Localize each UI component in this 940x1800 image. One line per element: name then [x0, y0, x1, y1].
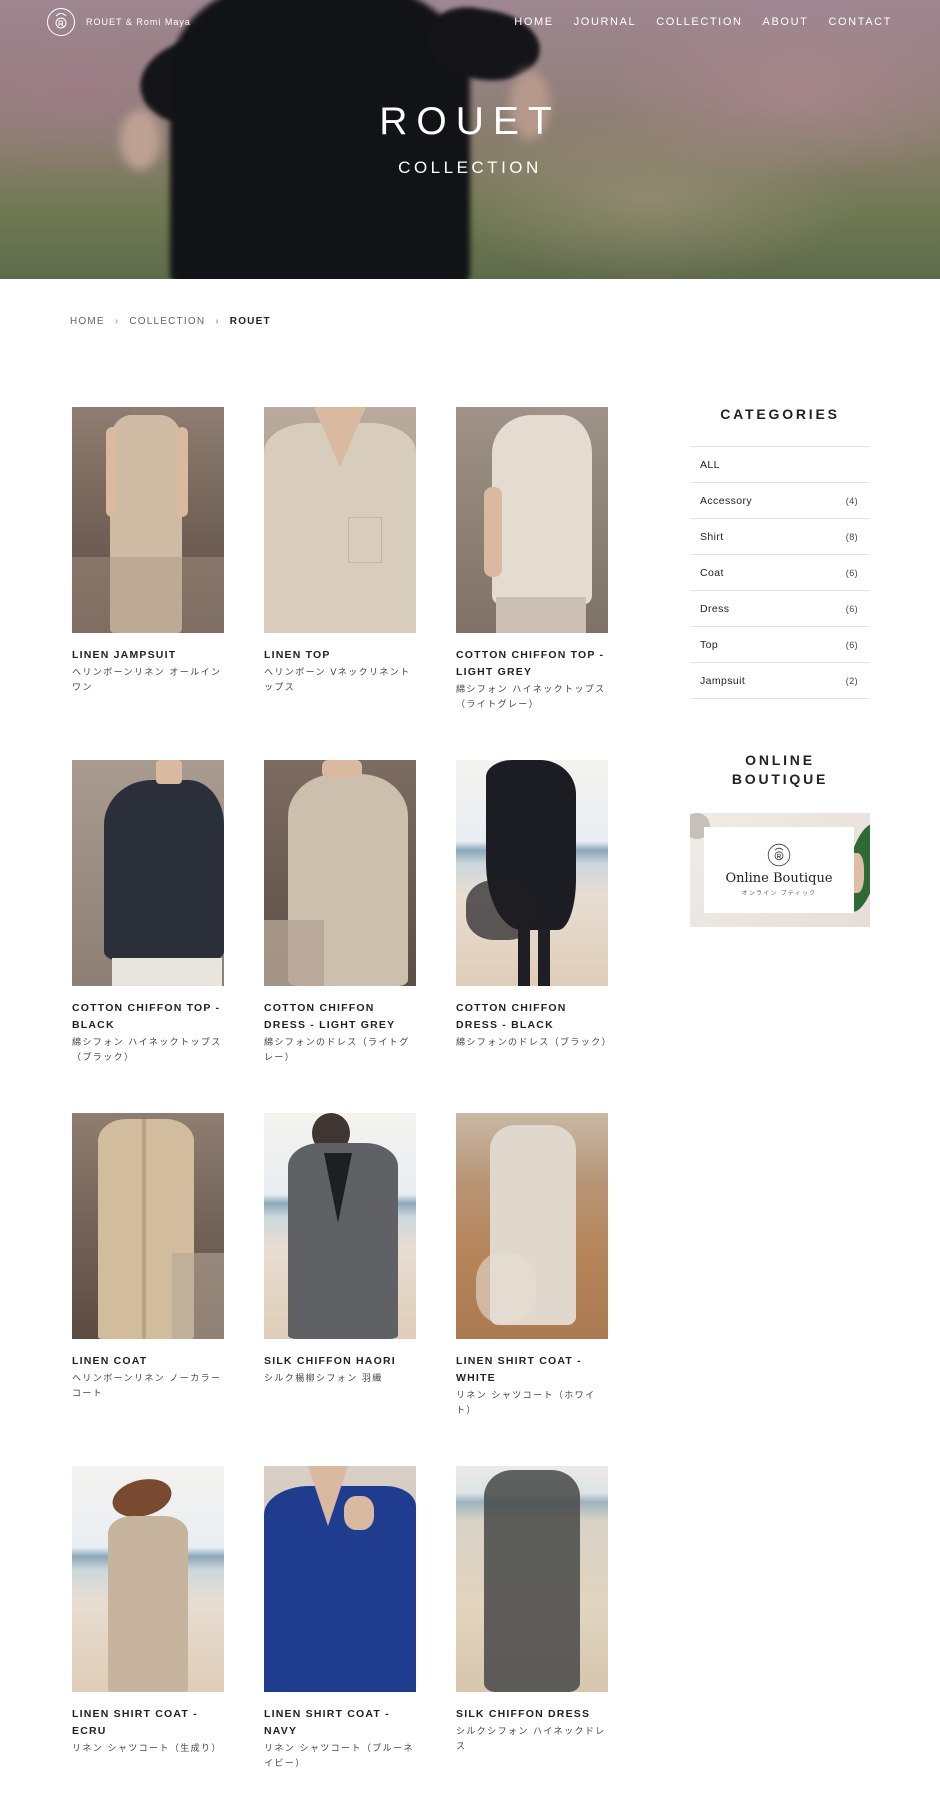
- product-image[interactable]: [72, 760, 224, 986]
- product-name[interactable]: LINEN SHIRT COAT - ECRU: [72, 1706, 224, 1740]
- product-image[interactable]: [456, 1466, 608, 1692]
- product-description: 綿シフォン ハイネックトップス（ブラック）: [72, 1038, 222, 1063]
- product-card[interactable]: SILK CHIFFON HAORI シルク楊柳シフォン 羽織: [264, 1113, 416, 1387]
- product-card[interactable]: COTTON CHIFFON TOP - BLACK 綿シフォン ハイネックトッ…: [72, 760, 224, 1066]
- product-card[interactable]: LINEN TOP ヘリンボーン Vネックリネントップス: [264, 407, 416, 696]
- hero-subtitle: COLLECTION: [398, 158, 542, 177]
- chevron-right-icon: ›: [114, 316, 120, 327]
- nav-journal[interactable]: JOURNAL: [574, 16, 637, 28]
- breadcrumb-collection[interactable]: COLLECTION: [129, 316, 205, 327]
- brand-logo-icon: [767, 843, 791, 867]
- nav-collection[interactable]: COLLECTION: [656, 16, 742, 28]
- breadcrumb-current: ROUET: [229, 316, 271, 327]
- category-label[interactable]: Jampsuit: [700, 675, 745, 687]
- product-description: 綿シフォンのドレス（ライトグレー）: [264, 1038, 410, 1063]
- product-card[interactable]: LINEN SHIRT COAT - NAVY リネン シャツコート（ブルーネイ…: [264, 1466, 416, 1772]
- breadcrumb: HOME › COLLECTION › ROUET: [70, 316, 271, 327]
- product-card[interactable]: COTTON CHIFFON DRESS - LIGHT GREY 綿シフォンの…: [264, 760, 416, 1066]
- brand[interactable]: ROUET & Romi Maya: [46, 7, 191, 37]
- online-boutique-title-line2: BOUTIQUE: [731, 771, 829, 787]
- category-jampsuit[interactable]: Jampsuit (2): [690, 663, 870, 699]
- banner-card[interactable]: Online Boutique オンライン ブティック: [704, 827, 854, 913]
- category-label[interactable]: Accessory: [700, 495, 752, 507]
- category-label[interactable]: Dress: [700, 603, 729, 615]
- product-image[interactable]: [72, 1113, 224, 1339]
- product-name[interactable]: LINEN JAMPSUIT: [72, 647, 224, 664]
- product-card[interactable]: COTTON CHIFFON TOP - LIGHT GREY 綿シフォン ハイ…: [456, 407, 608, 713]
- product-card[interactable]: LINEN SHIRT COAT - WHITE リネン シャツコート（ホワイト…: [456, 1113, 608, 1419]
- category-label[interactable]: Coat: [700, 567, 724, 579]
- product-name[interactable]: LINEN COAT: [72, 1353, 224, 1370]
- category-top[interactable]: Top (6): [690, 627, 870, 663]
- product-description: シルク楊柳シフォン 羽織: [264, 1374, 383, 1384]
- product-name[interactable]: LINEN SHIRT COAT - WHITE: [456, 1353, 608, 1387]
- product-image[interactable]: [72, 1466, 224, 1692]
- product-card[interactable]: LINEN COAT ヘリンボーンリネン ノーカラーコート: [72, 1113, 224, 1402]
- product-image[interactable]: [264, 760, 416, 986]
- category-accessory[interactable]: Accessory (4): [690, 483, 870, 519]
- hero-banner: ROUET & Romi Maya HOME JOURNAL COLLECTIO…: [0, 0, 940, 279]
- product-name[interactable]: LINEN SHIRT COAT - NAVY: [264, 1706, 416, 1740]
- product-image[interactable]: [264, 407, 416, 633]
- online-boutique-title: ONLINE BOUTIQUE: [690, 751, 870, 789]
- category-all[interactable]: ALL: [690, 447, 870, 483]
- product-name[interactable]: SILK CHIFFON DRESS: [456, 1706, 608, 1723]
- breadcrumb-home[interactable]: HOME: [70, 316, 105, 327]
- product-image[interactable]: [72, 407, 224, 633]
- hero-title: ROUET: [379, 100, 561, 143]
- product-image[interactable]: [264, 1466, 416, 1692]
- nav-home[interactable]: HOME: [514, 16, 553, 28]
- top-navigation-bar: ROUET & Romi Maya HOME JOURNAL COLLECTIO…: [0, 0, 940, 44]
- product-name[interactable]: LINEN TOP: [264, 647, 416, 664]
- sidebar: CATEGORIES ALL Accessory (4) Shirt (8) C…: [690, 406, 870, 927]
- nav-about[interactable]: ABOUT: [763, 16, 809, 28]
- product-description: ヘリンボーンリネン オールインワン: [72, 668, 222, 693]
- categories-title: CATEGORIES: [720, 406, 840, 422]
- chevron-right-icon: ›: [215, 316, 220, 327]
- product-name[interactable]: SILK CHIFFON HAORI: [264, 1353, 416, 1370]
- product-description: ヘリンボーンリネン ノーカラーコート: [72, 1374, 222, 1399]
- category-label[interactable]: ALL: [700, 459, 720, 471]
- category-list: ALL Accessory (4) Shirt (8) Coat (6) Dre…: [690, 446, 870, 699]
- product-description: 綿シフォンのドレス（ブラック）: [456, 1038, 613, 1048]
- category-count: (6): [845, 603, 858, 614]
- product-description: リネン シャツコート（ブルーネイビー）: [264, 1744, 414, 1769]
- product-description: シルクシフォン ハイネックドレス: [456, 1727, 606, 1752]
- banner-main-text: Online Boutique: [725, 871, 833, 886]
- banner-sub-text: オンライン ブティック: [741, 890, 817, 897]
- product-name[interactable]: COTTON CHIFFON DRESS - BLACK: [456, 1000, 608, 1034]
- product-image[interactable]: [456, 1113, 608, 1339]
- category-count: (6): [845, 567, 858, 578]
- product-name[interactable]: COTTON CHIFFON DRESS - LIGHT GREY: [264, 1000, 416, 1034]
- product-description: リネン シャツコート（生成り）: [72, 1744, 222, 1754]
- product-card[interactable]: LINEN JAMPSUIT ヘリンボーンリネン オールインワン: [72, 407, 224, 696]
- nav-contact[interactable]: CONTACT: [828, 16, 892, 28]
- category-dress[interactable]: Dress (6): [690, 591, 870, 627]
- online-boutique-title-line1: ONLINE: [745, 752, 815, 768]
- product-name[interactable]: COTTON CHIFFON TOP - LIGHT GREY: [456, 647, 608, 681]
- online-boutique-banner[interactable]: Online Boutique オンライン ブティック: [690, 813, 870, 927]
- brand-name: ROUET & Romi Maya: [86, 17, 191, 27]
- product-image[interactable]: [456, 760, 608, 986]
- category-count: (6): [845, 639, 858, 650]
- product-image[interactable]: [456, 407, 608, 633]
- category-shirt[interactable]: Shirt (8): [690, 519, 870, 555]
- category-label[interactable]: Shirt: [700, 531, 724, 543]
- product-description: 綿シフォン ハイネックトップス（ライトグレー）: [456, 685, 606, 710]
- main-nav: HOME JOURNAL COLLECTION ABOUT CONTACT: [514, 16, 892, 28]
- product-card[interactable]: LINEN SHIRT COAT - ECRU リネン シャツコート（生成り）: [72, 1466, 224, 1757]
- product-card[interactable]: COTTON CHIFFON DRESS - BLACK 綿シフォンのドレス（ブ…: [456, 760, 613, 1051]
- brand-logo-icon: [47, 8, 75, 36]
- category-count: (8): [845, 531, 858, 542]
- product-card[interactable]: SILK CHIFFON DRESS シルクシフォン ハイネックドレス: [456, 1466, 608, 1755]
- product-image[interactable]: [264, 1113, 416, 1339]
- category-count: (2): [845, 675, 858, 686]
- product-description: ヘリンボーン Vネックリネントップス: [264, 668, 411, 693]
- category-coat[interactable]: Coat (6): [690, 555, 870, 591]
- category-label[interactable]: Top: [700, 639, 718, 651]
- category-count: (4): [845, 495, 858, 506]
- product-name[interactable]: COTTON CHIFFON TOP - BLACK: [72, 1000, 224, 1034]
- product-description: リネン シャツコート（ホワイト）: [456, 1391, 596, 1416]
